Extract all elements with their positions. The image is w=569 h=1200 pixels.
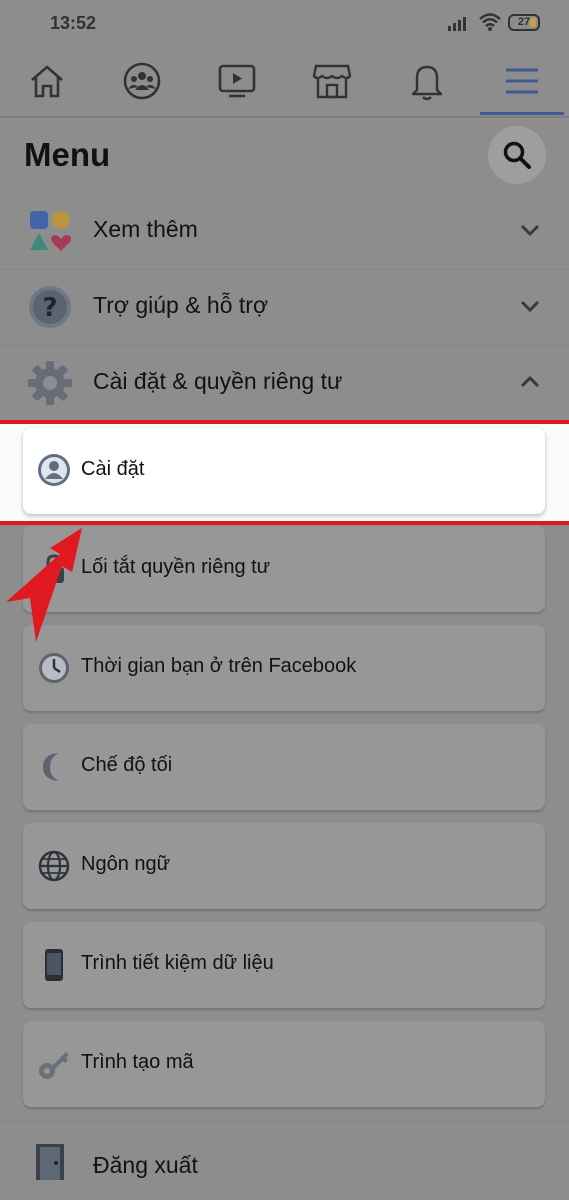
settings-item-label: Cài đặt xyxy=(81,458,145,480)
chevron-down-icon xyxy=(520,224,540,237)
shortcuts-icon xyxy=(30,211,71,251)
help-icon: ? xyxy=(29,286,71,328)
settings-item-label: Thời gian bạn ở trên Facebook xyxy=(81,655,357,677)
settings-item-label: Trình tiết kiệm dữ liệu xyxy=(81,952,274,974)
moon-icon xyxy=(43,753,59,781)
settings-item-language[interactable]: Ngôn ngữ xyxy=(23,823,545,909)
person-icon xyxy=(38,454,70,486)
marketplace-icon[interactable] xyxy=(307,58,357,104)
section-label: Trợ giúp & hỗ trợ xyxy=(93,292,269,318)
clock-icon xyxy=(39,653,69,683)
annotation-arrow xyxy=(6,528,82,642)
phone-icon xyxy=(45,949,63,981)
section-see-more[interactable]: Xem thêm xyxy=(0,194,569,270)
menu-icon[interactable] xyxy=(497,58,547,104)
settings-item-time-on-facebook[interactable]: Thời gian bạn ở trên Facebook xyxy=(23,625,545,711)
section-settings-privacy[interactable]: Cài đặt & quyền riêng tư xyxy=(0,346,569,422)
settings-item-privacy-shortcuts[interactable]: Lối tắt quyền riêng tư xyxy=(23,526,545,612)
menu-screen: 13:52 27 Menu Xem thêm ? Trợ giúp & hỗ t… xyxy=(0,0,569,1200)
search-icon xyxy=(503,141,531,169)
section-label: Xem thêm xyxy=(93,216,198,242)
active-tab-indicator xyxy=(480,112,564,115)
top-nav-bar xyxy=(0,48,569,118)
settings-item-label: Lối tắt quyền riêng tư xyxy=(81,556,271,578)
battery-indicator: 27 xyxy=(508,14,540,31)
settings-item-label: Chế độ tối xyxy=(81,754,173,776)
status-bar: 13:52 27 xyxy=(0,0,569,48)
logout-button[interactable]: Đăng xuất xyxy=(0,1122,569,1200)
gear-icon xyxy=(28,361,72,405)
settings-item-settings[interactable]: Cài đặt xyxy=(23,428,545,514)
section-help-support[interactable]: ? Trợ giúp & hỗ trợ xyxy=(0,270,569,346)
search-button[interactable] xyxy=(488,126,546,184)
settings-item-label: Trình tạo mã xyxy=(81,1051,194,1073)
signal-icon xyxy=(448,17,466,31)
logout-label: Đăng xuất xyxy=(93,1152,198,1178)
chevron-up-icon xyxy=(520,375,540,388)
groups-icon[interactable] xyxy=(117,58,167,104)
chevron-down-icon xyxy=(520,300,540,313)
page-title: Menu xyxy=(24,136,111,173)
status-time: 13:52 xyxy=(50,13,97,33)
settings-item-label: Ngôn ngữ xyxy=(81,853,171,875)
settings-item-dark-mode[interactable]: Chế độ tối xyxy=(23,724,545,810)
settings-item-code-generator[interactable]: Trình tạo mã xyxy=(23,1021,545,1107)
battery-fill xyxy=(530,18,536,27)
door-icon xyxy=(36,1144,64,1180)
settings-item-data-saver[interactable]: Trình tiết kiệm dữ liệu xyxy=(23,922,545,1008)
wifi-icon xyxy=(479,13,501,31)
battery-level: 27 xyxy=(517,16,531,28)
notifications-icon[interactable] xyxy=(402,58,452,104)
globe-icon xyxy=(38,850,70,882)
section-label: Cài đặt & quyền riêng tư xyxy=(93,368,343,394)
key-icon xyxy=(39,1052,69,1079)
svg-text:?: ? xyxy=(42,293,57,323)
watch-icon[interactable] xyxy=(212,58,262,104)
home-icon[interactable] xyxy=(22,58,72,104)
